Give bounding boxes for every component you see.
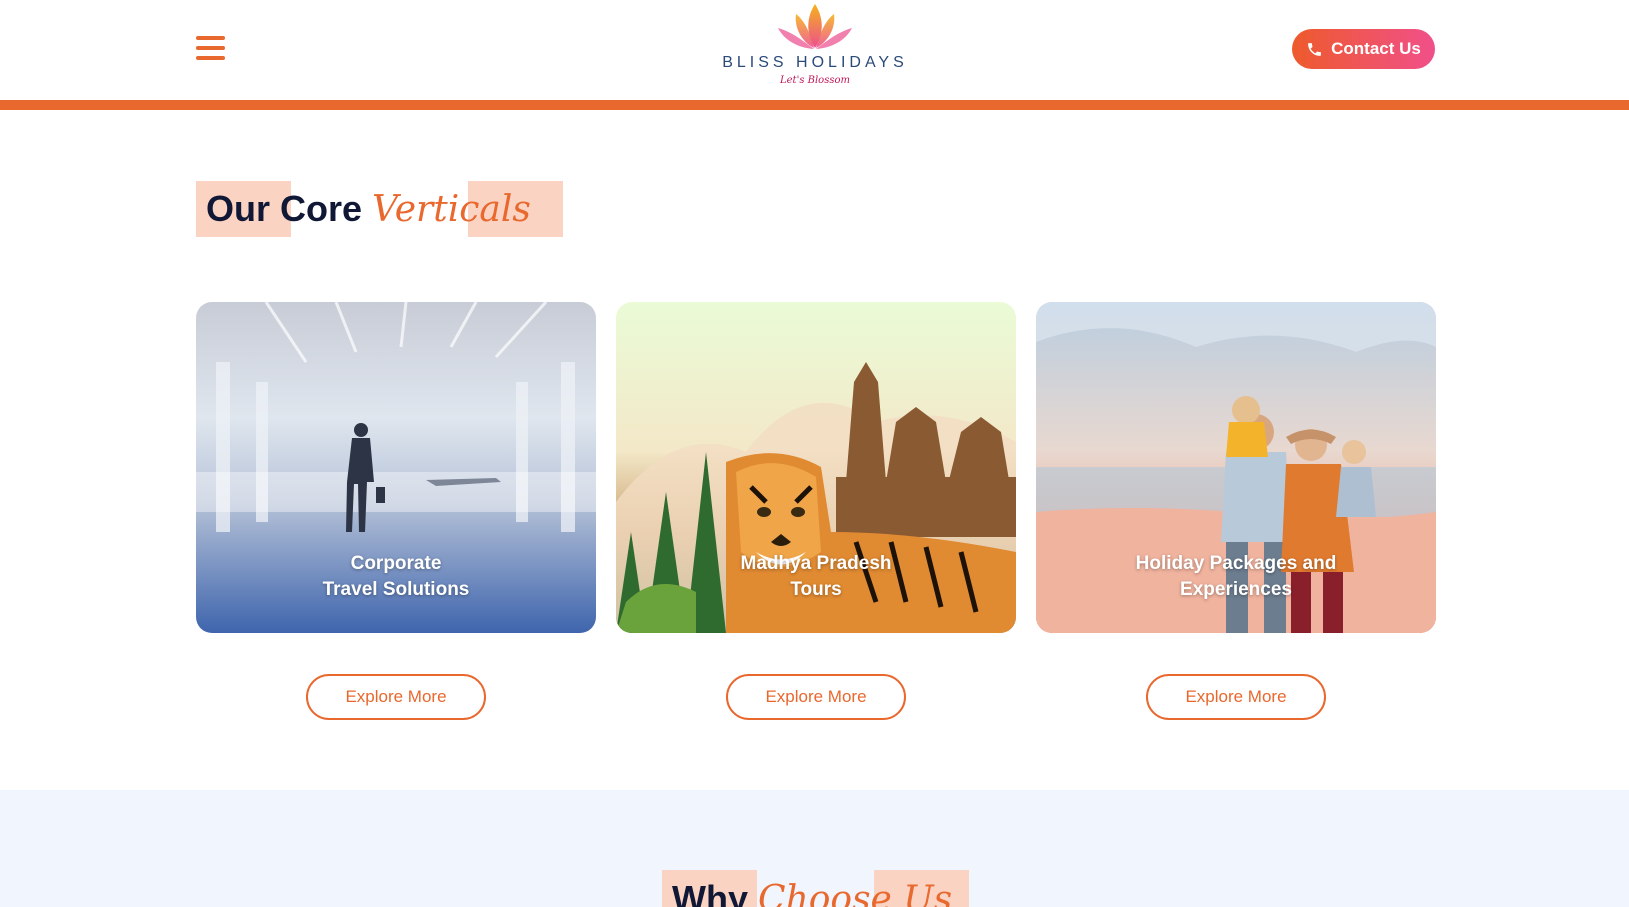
contact-us-button[interactable]: Contact Us <box>1292 29 1435 69</box>
title-script-text: Verticals <box>372 189 531 230</box>
section-title-why-choose-us: Why Choose Us <box>662 870 969 907</box>
explore-more-button-corporate[interactable]: Explore More <box>306 674 486 720</box>
brand-name: BLISS HOLIDAYS <box>722 54 908 71</box>
brand-logo[interactable]: BLISS HOLIDAYS Let's Blossom <box>700 0 930 96</box>
card-label-corporate: Corporate Travel Solutions <box>322 553 470 600</box>
card-label-madhya-pradesh: Madhya Pradesh Tours <box>740 553 892 600</box>
why-title-plain-text: Why <box>672 878 748 907</box>
vertical-card-corporate[interactable]: Corporate Travel Solutions <box>196 302 596 633</box>
site-header: BLISS HOLIDAYS Let's Blossom Contact Us <box>0 0 1629 100</box>
why-title-script-text: Choose Us <box>758 879 953 907</box>
explore-more-button-madhya-pradesh[interactable]: Explore More <box>726 674 906 720</box>
vertical-card-holiday-packages[interactable]: Holiday Packages and Experiences <box>1036 302 1436 633</box>
section-title-core-verticals: Our Core Verticals <box>196 181 563 237</box>
lotus-logo-icon <box>778 4 852 49</box>
contact-us-label: Contact Us <box>1331 39 1421 58</box>
menu-icon[interactable] <box>196 36 225 62</box>
title-plain-text: Our Core <box>206 188 363 229</box>
card-label-holiday-packages: Holiday Packages and Experiences <box>1135 553 1337 600</box>
brand-tagline: Let's Blossom <box>780 75 850 86</box>
header-divider <box>0 100 1629 110</box>
vertical-card-madhya-pradesh[interactable]: Madhya Pradesh Tours <box>616 302 1016 633</box>
explore-more-button-holiday-packages[interactable]: Explore More <box>1146 674 1326 720</box>
phone-icon <box>1308 42 1321 56</box>
